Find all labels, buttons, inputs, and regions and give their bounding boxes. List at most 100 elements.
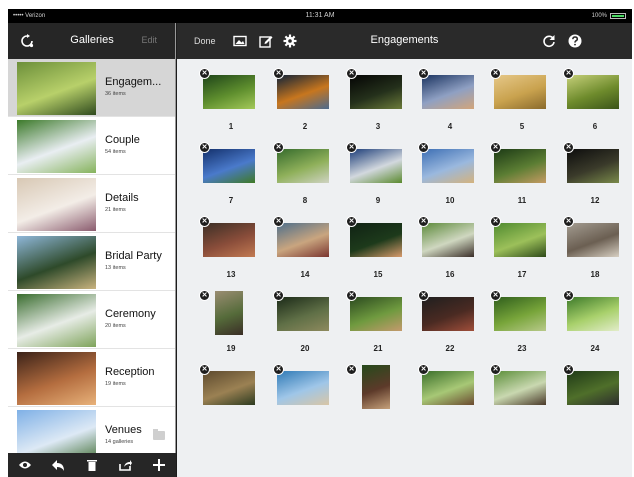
photo-thumbnail[interactable] (422, 223, 474, 257)
delete-photo-icon[interactable]: ✕ (273, 216, 284, 227)
photo-thumbnail[interactable] (567, 149, 619, 183)
gallery-row[interactable]: Engagem... 36 items (8, 59, 175, 117)
photo-cell[interactable]: ✕ 6 (555, 63, 625, 137)
trash-icon[interactable] (85, 458, 99, 472)
delete-photo-icon[interactable]: ✕ (346, 142, 357, 153)
delete-photo-icon[interactable]: ✕ (490, 216, 501, 227)
photo-thumbnail[interactable] (567, 371, 619, 405)
share-icon[interactable] (119, 458, 133, 472)
photo-cell[interactable]: ✕ 10 (410, 137, 480, 211)
gallery-row[interactable]: Details 21 items (8, 175, 175, 233)
photo-cell[interactable]: ✕ 7 (191, 137, 261, 211)
photo-cell[interactable]: ✕ 12 (555, 137, 625, 211)
photo-thumbnail[interactable] (203, 223, 255, 257)
delete-photo-icon[interactable]: ✕ (273, 290, 284, 301)
photo-cell[interactable]: ✕ 21 (338, 285, 408, 359)
photo-thumbnail[interactable] (215, 291, 243, 335)
photo-thumbnail[interactable] (277, 297, 329, 331)
photo-thumbnail[interactable] (494, 371, 546, 405)
delete-photo-icon[interactable]: ✕ (346, 364, 357, 375)
photo-thumbnail[interactable] (362, 365, 390, 409)
photo-cell[interactable]: ✕ 20 (265, 285, 335, 359)
photo-thumbnail[interactable] (277, 371, 329, 405)
delete-photo-icon[interactable]: ✕ (490, 142, 501, 153)
photo-cell[interactable]: ✕ 1 (191, 63, 261, 137)
delete-photo-icon[interactable]: ✕ (563, 216, 574, 227)
photo-thumbnail[interactable] (494, 149, 546, 183)
delete-photo-icon[interactable]: ✕ (563, 290, 574, 301)
photo-cell[interactable]: ✕ (265, 359, 335, 433)
photo-cell[interactable]: ✕ 13 (191, 211, 261, 285)
photo-thumbnail[interactable] (277, 149, 329, 183)
add-icon[interactable] (152, 458, 166, 472)
photo-thumbnail[interactable] (494, 75, 546, 109)
photo-cell[interactable]: ✕ (482, 359, 552, 433)
delete-photo-icon[interactable]: ✕ (418, 68, 429, 79)
delete-photo-icon[interactable]: ✕ (199, 68, 210, 79)
photo-thumbnail[interactable] (422, 149, 474, 183)
photo-thumbnail[interactable] (494, 223, 546, 257)
refresh-icon[interactable] (542, 34, 556, 48)
photo-thumbnail[interactable] (350, 75, 402, 109)
delete-photo-icon[interactable]: ✕ (273, 364, 284, 375)
photo-thumbnail[interactable] (494, 297, 546, 331)
delete-photo-icon[interactable]: ✕ (490, 68, 501, 79)
photo-cell[interactable]: ✕ 19 (191, 285, 261, 359)
photo-cell[interactable]: ✕ 24 (555, 285, 625, 359)
photo-thumbnail[interactable] (567, 223, 619, 257)
delete-photo-icon[interactable]: ✕ (199, 290, 210, 301)
photo-thumbnail[interactable] (422, 371, 474, 405)
photo-thumbnail[interactable] (350, 297, 402, 331)
photo-thumbnail[interactable] (203, 149, 255, 183)
photo-thumbnail[interactable] (203, 75, 255, 109)
photo-thumbnail[interactable] (350, 149, 402, 183)
eye-icon[interactable] (18, 458, 32, 472)
photo-cell[interactable]: ✕ 16 (410, 211, 480, 285)
photo-cell[interactable]: ✕ 4 (410, 63, 480, 137)
gallery-row[interactable]: Reception 19 items (8, 349, 175, 407)
back-arrow-icon[interactable] (51, 458, 65, 472)
delete-photo-icon[interactable]: ✕ (346, 290, 357, 301)
photo-cell[interactable]: ✕ 11 (482, 137, 552, 211)
photo-cell[interactable]: ✕ (555, 359, 625, 433)
delete-photo-icon[interactable]: ✕ (273, 142, 284, 153)
delete-photo-icon[interactable]: ✕ (418, 142, 429, 153)
delete-photo-icon[interactable]: ✕ (273, 68, 284, 79)
photo-cell[interactable]: ✕ (410, 359, 480, 433)
delete-photo-icon[interactable]: ✕ (199, 216, 210, 227)
photo-cell[interactable]: ✕ 14 (265, 211, 335, 285)
edit-button[interactable]: Edit (141, 35, 157, 45)
delete-photo-icon[interactable]: ✕ (418, 364, 429, 375)
delete-photo-icon[interactable]: ✕ (563, 68, 574, 79)
delete-photo-icon[interactable]: ✕ (490, 290, 501, 301)
photo-cell[interactable]: ✕ 23 (482, 285, 552, 359)
photo-cell[interactable]: ✕ 22 (410, 285, 480, 359)
photo-cell[interactable]: ✕ 2 (265, 63, 335, 137)
delete-photo-icon[interactable]: ✕ (418, 216, 429, 227)
gallery-row[interactable]: Ceremony 20 items (8, 291, 175, 349)
photo-cell[interactable]: ✕ 9 (338, 137, 408, 211)
delete-photo-icon[interactable]: ✕ (346, 68, 357, 79)
delete-photo-icon[interactable]: ✕ (418, 290, 429, 301)
photo-thumbnail[interactable] (567, 75, 619, 109)
help-icon[interactable] (568, 34, 582, 48)
photo-thumbnail[interactable] (422, 75, 474, 109)
photo-thumbnail[interactable] (277, 223, 329, 257)
photo-cell[interactable]: ✕ 3 (338, 63, 408, 137)
photo-cell[interactable]: ✕ 18 (555, 211, 625, 285)
gallery-row[interactable]: Bridal Party 13 items (8, 233, 175, 291)
delete-photo-icon[interactable]: ✕ (563, 364, 574, 375)
delete-photo-icon[interactable]: ✕ (346, 216, 357, 227)
photo-thumbnail[interactable] (277, 75, 329, 109)
delete-photo-icon[interactable]: ✕ (199, 142, 210, 153)
photo-cell[interactable]: ✕ (338, 359, 408, 433)
photo-thumbnail[interactable] (422, 297, 474, 331)
photo-cell[interactable]: ✕ 15 (338, 211, 408, 285)
photo-cell[interactable]: ✕ 17 (482, 211, 552, 285)
photo-cell[interactable]: ✕ 8 (265, 137, 335, 211)
photo-cell[interactable]: ✕ 5 (482, 63, 552, 137)
delete-photo-icon[interactable]: ✕ (563, 142, 574, 153)
photo-thumbnail[interactable] (203, 371, 255, 405)
photo-thumbnail[interactable] (350, 223, 402, 257)
photo-cell[interactable]: ✕ (191, 359, 261, 433)
